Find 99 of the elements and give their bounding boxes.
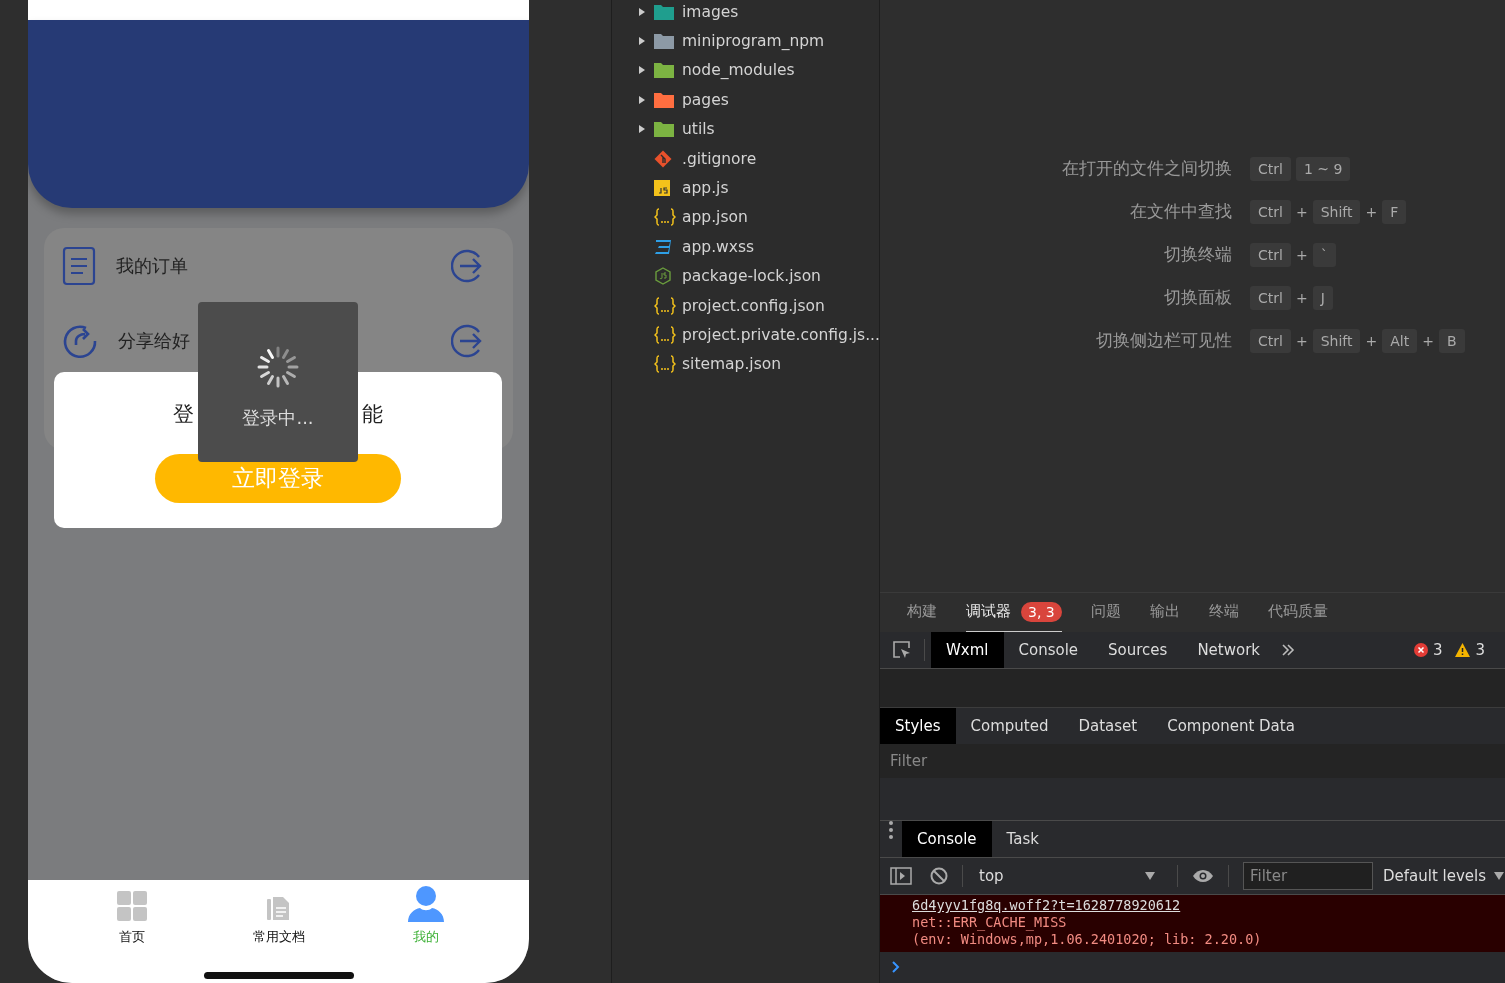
tab[interactable]: Console — [902, 821, 992, 857]
tab[interactable]: Styles — [880, 708, 956, 744]
caret-icon[interactable] — [638, 95, 646, 104]
menu-label[interactable]: 我的订单 — [116, 253, 431, 278]
keycap: Ctrl — [1250, 156, 1291, 181]
keycap: Ctrl — [1250, 328, 1291, 353]
shortcut-label: 在打开的文件之间切换 — [1061, 157, 1232, 180]
file-name[interactable]: app.json — [682, 208, 748, 227]
sidebar-toggle-icon[interactable] — [890, 867, 912, 885]
folder-name[interactable]: images — [682, 2, 739, 21]
keycap: ` — [1312, 242, 1336, 267]
plus-sign: + — [1295, 203, 1308, 220]
braces-icon — [654, 355, 676, 374]
folder-name[interactable]: pages — [682, 90, 729, 109]
tab[interactable]: Wxml — [931, 632, 1004, 668]
file-name[interactable]: project.private.config.js... — [682, 326, 880, 344]
count-badge: 3, 3 — [1021, 601, 1062, 622]
filter-input[interactable]: Filter — [888, 751, 1192, 771]
panel-tab[interactable]: 输出 — [1149, 592, 1180, 633]
keycap: Alt — [1382, 328, 1418, 353]
plus-sign: + — [1422, 332, 1434, 349]
tab[interactable]: Sources — [1093, 632, 1183, 668]
person-icon — [406, 886, 445, 922]
folder-name[interactable]: node_modules — [682, 61, 795, 80]
warning-count: 3 — [1475, 641, 1485, 659]
panel-tab[interactable]: 问题 — [1090, 592, 1121, 633]
spinner-icon — [257, 346, 299, 388]
keycap: F — [1382, 199, 1407, 224]
console-filter-field[interactable]: Filter — [1243, 862, 1373, 890]
context-dropdown[interactable]: top — [977, 867, 1163, 885]
eye-icon[interactable] — [1192, 869, 1214, 883]
more-tabs-icon[interactable] — [1281, 644, 1296, 656]
plus-sign: + — [1295, 332, 1308, 349]
inspect-icon[interactable] — [892, 640, 912, 660]
clear-console-icon[interactable] — [930, 867, 948, 885]
braces-icon — [654, 208, 676, 227]
dropdown-arrow-icon — [1494, 872, 1505, 880]
file-name[interactable]: app.wxss — [682, 237, 755, 256]
keycap: Ctrl — [1250, 199, 1291, 224]
tab[interactable]: Network — [1182, 632, 1276, 668]
file-name[interactable]: .gitignore — [682, 149, 757, 168]
keycap: Ctrl — [1250, 242, 1291, 267]
plus-sign: + — [1295, 289, 1308, 306]
keycap: J — [1312, 285, 1333, 310]
tab-bar-item[interactable]: 常用文档 — [233, 886, 324, 946]
keycap: B — [1438, 328, 1465, 353]
tab[interactable]: Component Data — [1152, 708, 1310, 744]
error-icon — [1413, 643, 1428, 657]
caret-icon[interactable] — [638, 125, 646, 134]
js-file-icon — [654, 180, 670, 197]
tab-bar-item[interactable]: 首页 — [86, 886, 177, 946]
braces-icon — [654, 326, 676, 344]
file-name[interactable]: app.js — [682, 179, 729, 198]
folder-name[interactable]: miniprogram_npm — [682, 32, 825, 51]
shortcut-label: 在文件中查找 — [1129, 200, 1232, 223]
tab[interactable]: Dataset — [1063, 708, 1153, 744]
tab[interactable]: Console — [1003, 632, 1094, 668]
error-text: (env: Windows,mp,1.06.2401020; lib: 2.20.0) — [912, 931, 1262, 948]
grid-icon — [115, 890, 148, 922]
caret-icon[interactable] — [638, 66, 646, 75]
login-prompt: 登 — [173, 401, 194, 428]
panel-tab[interactable]: 代码质量 — [1267, 592, 1328, 633]
file-name[interactable]: package-lock.json — [682, 267, 821, 286]
document-icon — [265, 896, 292, 922]
plus-sign: + — [1365, 332, 1378, 349]
hexagon-js-icon — [654, 267, 672, 286]
prompt-chevron-icon — [892, 961, 900, 973]
shortcut-label: 切换面板 — [1163, 286, 1232, 309]
resource-link[interactable]: 6d4yyv1fg8q.woff2?t=1628778920612 — [912, 897, 1181, 914]
shortcut-label: 切换终端 — [1163, 243, 1232, 266]
panel-tab[interactable]: 终端 — [1208, 592, 1239, 633]
folder-name[interactable]: utils — [682, 120, 715, 139]
filter-field[interactable]: Filter — [880, 744, 1505, 778]
shortcut-label: 切换侧边栏可见性 — [1095, 329, 1232, 352]
keycap: Shift — [1312, 328, 1361, 353]
keycap: 1 ~ 9 — [1295, 156, 1351, 181]
css-icon — [654, 238, 672, 255]
toast-text: 登录中... — [242, 406, 314, 430]
caret-icon[interactable] — [638, 7, 646, 16]
share-icon — [62, 322, 98, 359]
list-icon — [62, 245, 96, 286]
plus-sign: + — [1295, 246, 1308, 263]
warning-icon — [1455, 643, 1471, 657]
keycap: Ctrl — [1250, 285, 1291, 310]
levels-dropdown[interactable]: Default levels — [1383, 867, 1505, 885]
login-prompt: 能 — [362, 401, 383, 428]
tab[interactable]: Computed — [955, 708, 1064, 744]
caret-icon[interactable] — [638, 37, 646, 46]
tab[interactable]: Task — [991, 821, 1054, 857]
dropdown-arrow-icon — [1145, 872, 1155, 880]
error-count: 3 — [1432, 641, 1443, 659]
panel-tab[interactable]: 构建 — [907, 592, 937, 633]
file-name[interactable]: sitemap.json — [682, 355, 782, 374]
plus-sign: + — [1365, 203, 1378, 220]
braces-icon — [654, 296, 676, 315]
error-text: net::ERR_CACHE_MISS — [912, 914, 1067, 931]
more-options-icon[interactable] — [889, 821, 893, 839]
file-name[interactable]: project.config.json — [682, 296, 825, 315]
keycap: Shift — [1312, 199, 1361, 224]
